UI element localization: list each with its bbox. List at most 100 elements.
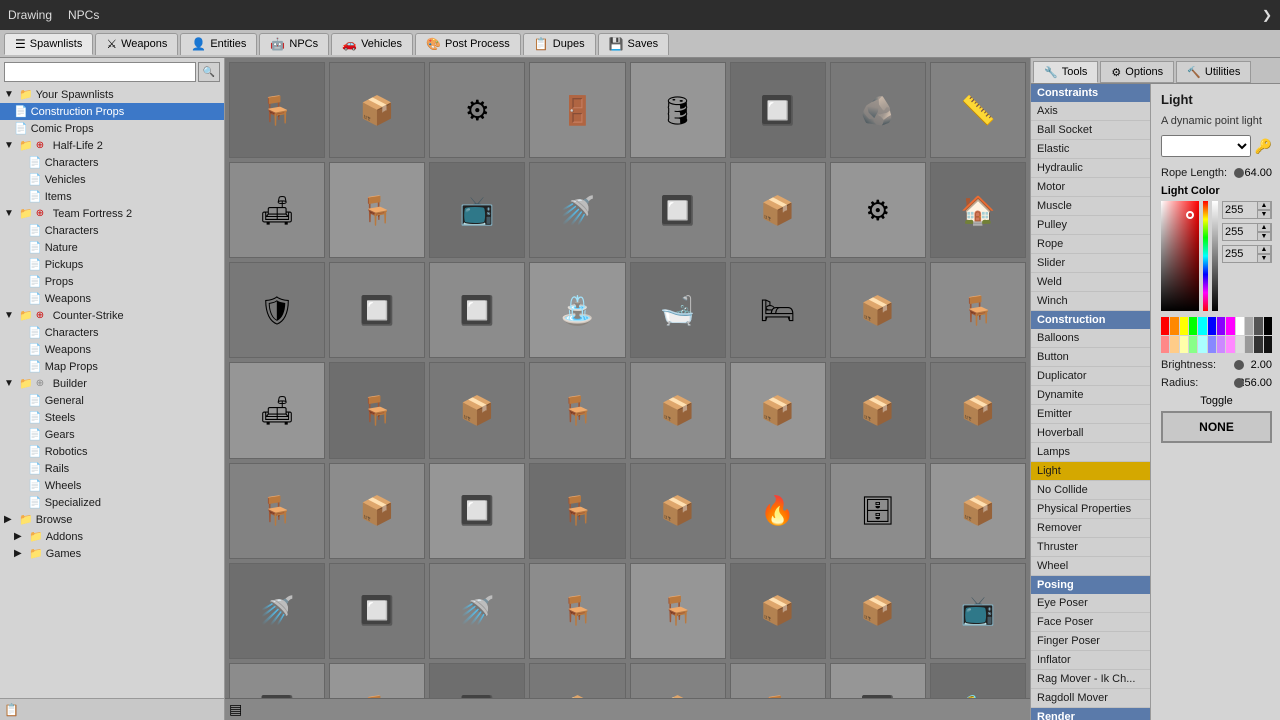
grid-item[interactable]: 🔲 — [630, 162, 726, 258]
construction-balloons[interactable]: Balloons — [1031, 329, 1150, 348]
light-preset-select[interactable] — [1161, 135, 1251, 157]
grid-item[interactable]: 🔲 — [730, 62, 826, 158]
tab-dupes[interactable]: 📋 Dupes — [523, 33, 596, 55]
grid-item[interactable]: 📺 — [930, 563, 1026, 659]
grid-item[interactable]: 🛋 — [229, 362, 325, 458]
grid-item[interactable]: 📦 — [630, 663, 726, 698]
tools-tab-utilities[interactable]: 🔨 Utilities — [1176, 61, 1251, 83]
toggle-cs[interactable]: ▼ — [4, 310, 16, 321]
none-button[interactable]: NONE — [1161, 411, 1272, 443]
grid-item[interactable]: 🪨 — [830, 62, 926, 158]
construction-thruster[interactable]: Thruster — [1031, 538, 1150, 557]
palette-color-swatch[interactable] — [1264, 317, 1272, 335]
construction-light[interactable]: Light — [1031, 462, 1150, 481]
grid-item[interactable]: 🪑 — [529, 463, 625, 559]
grid-item[interactable]: 📦 — [730, 563, 826, 659]
tab-spawnlists[interactable]: ☰ Spawnlists — [4, 33, 93, 55]
tree-builder-general[interactable]: 📄 General — [0, 392, 224, 409]
titlebar-drawing[interactable]: Drawing — [8, 8, 52, 22]
palette-color-swatch[interactable] — [1189, 317, 1197, 335]
constraint-rope[interactable]: Rope — [1031, 235, 1150, 254]
tree-builder-gears[interactable]: 📄 Gears — [0, 426, 224, 443]
tree-hl2-items[interactable]: 📄 Items — [0, 188, 224, 205]
tree-counter-strike[interactable]: ▼ 📁 ⊕ Counter-Strike — [0, 307, 224, 324]
grid-item[interactable]: 🪑 — [329, 663, 425, 698]
construction-lamps[interactable]: Lamps — [1031, 443, 1150, 462]
content-grid-wrapper[interactable]: 🪑📦⚙🚪🛢🔲🪨📏🛋🪑📺🚿🔲📦⚙🏠🛡🔲🔲⛲🛁🛏📦🪑🛋🪑📦🪑📦📦📦📦🪑📦🔲🪑📦🔥🗄📦… — [225, 58, 1030, 698]
palette-color-swatch[interactable] — [1161, 317, 1169, 335]
palette-color-swatch[interactable] — [1170, 336, 1178, 354]
construction-hoverball[interactable]: Hoverball — [1031, 424, 1150, 443]
tree-half-life-2[interactable]: ▼ 📁 ⊕ Half-Life 2 — [0, 137, 224, 154]
key-icon[interactable]: 🔑 — [1255, 138, 1272, 155]
grid-item[interactable]: 🔲 — [830, 663, 926, 698]
palette-color-swatch[interactable] — [1208, 317, 1216, 335]
tree-builder-steels[interactable]: 📄 Steels — [0, 409, 224, 426]
tree-tf2-weapons[interactable]: 📄 Weapons — [0, 290, 224, 307]
grid-item[interactable]: 📦 — [630, 463, 726, 559]
grid-item[interactable]: 🪑 — [630, 563, 726, 659]
tab-weapons[interactable]: ⚔ Weapons — [95, 33, 178, 55]
color-brightness-slider[interactable] — [1212, 201, 1218, 311]
grid-item[interactable]: 🪑 — [329, 162, 425, 258]
tree-hl2-characters[interactable]: 📄 Characters — [0, 154, 224, 171]
grid-item[interactable]: 📦 — [930, 362, 1026, 458]
grid-item[interactable]: 🚪 — [529, 62, 625, 158]
grid-item[interactable]: 📦 — [830, 563, 926, 659]
color-gradient[interactable] — [1161, 201, 1199, 311]
rgb-g-spinner[interactable]: 255 ▲ ▼ — [1222, 223, 1272, 241]
tree-builder-wheels[interactable]: 📄 Wheels — [0, 477, 224, 494]
tree-tf2-nature[interactable]: 📄 Nature — [0, 239, 224, 256]
search-button[interactable]: 🔍 — [198, 62, 220, 82]
tree-construction-props[interactable]: 📄 Construction Props — [0, 103, 224, 120]
palette-color-swatch[interactable] — [1236, 336, 1244, 354]
palette-color-swatch[interactable] — [1170, 317, 1178, 335]
constraint-axis[interactable]: Axis — [1031, 102, 1150, 121]
palette-color-swatch[interactable] — [1254, 317, 1262, 335]
grid-item[interactable]: 📦 — [630, 362, 726, 458]
grid-item[interactable]: 📏 — [930, 62, 1026, 158]
tree-cs-characters[interactable]: 📄 Characters — [0, 324, 224, 341]
grid-item[interactable]: 🔲 — [329, 262, 425, 358]
tree-addons[interactable]: ▶ 📁 Addons — [0, 528, 224, 545]
tree-games[interactable]: ▶ 📁 Games — [0, 545, 224, 562]
construction-button[interactable]: Button — [1031, 348, 1150, 367]
construction-duplicator[interactable]: Duplicator — [1031, 367, 1150, 386]
tree-builder[interactable]: ▼ 📁 ⊕ Builder — [0, 375, 224, 392]
grid-item[interactable]: 🔲 — [329, 563, 425, 659]
rgb-r-up[interactable]: ▲ — [1257, 201, 1271, 210]
grid-item[interactable]: 🔲 — [429, 463, 525, 559]
toggle-hl2[interactable]: ▼ — [4, 140, 16, 151]
tree-cs-map-props[interactable]: 📄 Map Props — [0, 358, 224, 375]
grid-item[interactable]: 📦 — [529, 663, 625, 698]
palette-color-swatch[interactable] — [1208, 336, 1216, 354]
grid-item[interactable]: 🔲 — [229, 663, 325, 698]
tree-hl2-vehicles[interactable]: 📄 Vehicles — [0, 171, 224, 188]
palette-color-swatch[interactable] — [1198, 336, 1206, 354]
rgb-g-down[interactable]: ▼ — [1257, 232, 1271, 241]
grid-item[interactable]: 🛏 — [730, 262, 826, 358]
palette-color-swatch[interactable] — [1198, 317, 1206, 335]
rgb-r-spinner[interactable]: 255 ▲ ▼ — [1222, 201, 1272, 219]
tools-tab-tools[interactable]: 🔧 Tools — [1033, 61, 1098, 83]
constraint-pulley[interactable]: Pulley — [1031, 216, 1150, 235]
tree-your-spawnlists[interactable]: ▼ 📁 Your Spawnlists — [0, 86, 224, 103]
tools-tab-options[interactable]: ⚙ Options — [1100, 61, 1174, 83]
titlebar-npcs[interactable]: NPCs — [68, 8, 99, 22]
toggle-your-spawnlists[interactable]: ▼ — [4, 89, 16, 100]
palette-color-swatch[interactable] — [1161, 336, 1169, 354]
palette-color-swatch[interactable] — [1245, 336, 1253, 354]
toggle-browse[interactable]: ▶ — [4, 514, 16, 525]
color-hue-slider[interactable] — [1203, 201, 1209, 311]
grid-item[interactable]: 🪑 — [529, 563, 625, 659]
grid-item[interactable]: 📦 — [830, 262, 926, 358]
constraint-hydraulic[interactable]: Hydraulic — [1031, 159, 1150, 178]
constraint-weld[interactable]: Weld — [1031, 273, 1150, 292]
rgb-b-down[interactable]: ▼ — [1257, 254, 1271, 263]
grid-item[interactable]: ⚙ — [429, 62, 525, 158]
tree-browse[interactable]: ▶ 📁 Browse — [0, 511, 224, 528]
palette-color-swatch[interactable] — [1236, 317, 1244, 335]
posing-eye-poser[interactable]: Eye Poser — [1031, 594, 1150, 613]
grid-item[interactable]: 📦 — [730, 162, 826, 258]
titlebar-maximize[interactable]: ❯ — [1262, 8, 1272, 22]
